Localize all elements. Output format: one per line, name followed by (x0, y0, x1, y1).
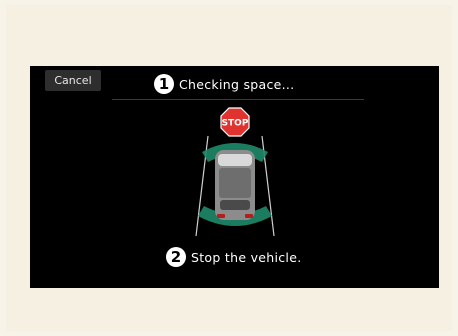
stop-sign-text: STOP (222, 119, 249, 129)
status-header: 1 Checking space... (154, 73, 294, 95)
instruction-message: Stop the vehicle. (191, 249, 302, 265)
stop-sign-icon: STOP (220, 107, 250, 137)
cancel-button[interactable]: Cancel (45, 70, 101, 91)
vehicle-scene: STOP (195, 107, 275, 237)
instruction-footer: 2 Stop the vehicle. (166, 246, 301, 268)
parking-assist-screen: Cancel 1 Checking space... STOP 2 Stop t… (30, 66, 439, 288)
step-2-badge: 2 (166, 247, 186, 267)
step-1-badge: 1 (154, 74, 174, 94)
car-icon (215, 150, 255, 220)
status-message: Checking space... (179, 76, 295, 92)
page-frame: Cancel 1 Checking space... STOP 2 Stop t… (6, 5, 452, 331)
header-divider (112, 99, 364, 100)
